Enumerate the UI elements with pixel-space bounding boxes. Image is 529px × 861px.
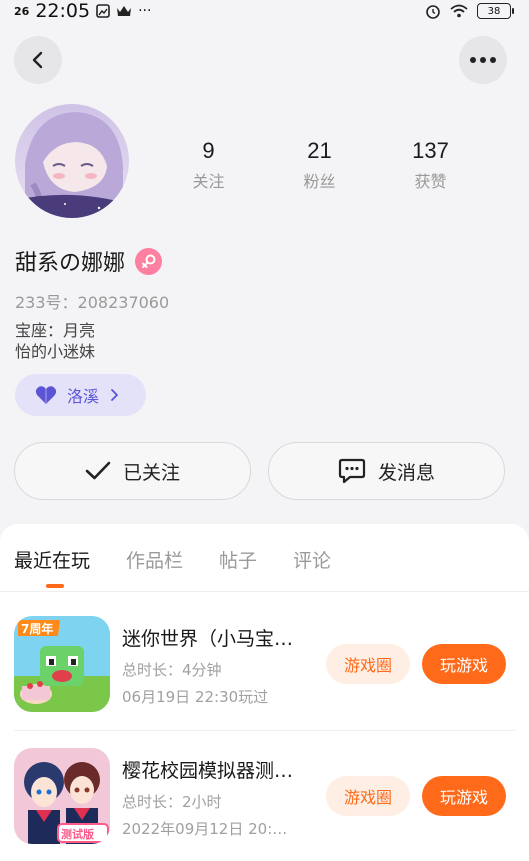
more-button[interactable] xyxy=(459,36,507,84)
stat-likes[interactable]: 137 获赞 xyxy=(375,138,486,192)
game-icon[interactable]: 测试版 xyxy=(14,748,110,844)
game-icon[interactable]: 7周年 xyxy=(14,616,110,712)
wifi-icon xyxy=(450,4,468,18)
back-button[interactable] xyxy=(14,36,62,84)
content-panel: 最近在玩 作品栏 帖子 评论 7周年 迷你世界（小马宝… 总时长：4分钟 06月… xyxy=(0,524,529,861)
game-duration: 总时长：2小时 xyxy=(122,793,222,811)
game-circle-button[interactable]: 游戏圈 xyxy=(326,644,410,684)
image-icon xyxy=(96,4,110,18)
game-last-played: 06月19日 22:30玩过 xyxy=(122,688,269,706)
avatar[interactable] xyxy=(15,104,129,218)
divider xyxy=(0,591,529,592)
chevron-left-icon xyxy=(32,51,43,69)
game-info: 樱花校园模拟器测… 总时长：2小时 2022年09月12日 20:… xyxy=(122,756,322,839)
tab-posts[interactable]: 帖子 xyxy=(219,546,257,573)
stat-value: 9 xyxy=(202,138,215,163)
stat-value: 21 xyxy=(307,138,332,163)
stat-label: 关注 xyxy=(192,172,225,191)
tab-comments[interactable]: 评论 xyxy=(293,546,331,573)
checkmark-icon xyxy=(85,461,111,480)
chevron-right-icon xyxy=(111,389,118,401)
game-last-played: 2022年09月12日 20:… xyxy=(122,820,288,838)
profile-stats: 9 关注 21 粉丝 137 获赞 xyxy=(153,138,486,192)
send-message-button[interactable]: 发消息 xyxy=(268,442,505,500)
stat-label: 粉丝 xyxy=(303,172,336,191)
status-time: 22:05 xyxy=(35,0,91,22)
bio-line: 怡的小迷妹 xyxy=(15,342,96,361)
game-badge: 测试版 xyxy=(61,827,94,841)
more-horizontal-icon xyxy=(470,57,496,63)
status-more: ··· xyxy=(138,3,152,19)
play-game-button[interactable]: 玩游戏 xyxy=(422,644,506,684)
username-row: 甜系の娜娜 xyxy=(15,245,163,277)
battery-icon: 38 xyxy=(477,3,514,19)
crown-icon xyxy=(117,6,132,16)
followed-button[interactable]: 已关注 xyxy=(14,442,251,500)
message-icon xyxy=(338,458,366,484)
username: 甜系の娜娜 xyxy=(15,251,126,276)
heart-icon xyxy=(35,386,57,404)
stat-label: 获赞 xyxy=(414,172,447,191)
send-message-label: 发消息 xyxy=(377,461,435,484)
relation-tag[interactable]: 洛溪 xyxy=(15,374,146,416)
stat-value: 137 xyxy=(412,138,449,163)
game-circle-button[interactable]: 游戏圈 xyxy=(326,776,410,816)
status-bar: 26 22:05 ··· 38 xyxy=(0,0,529,22)
game-badge: 7周年 xyxy=(21,621,53,636)
alarm-icon xyxy=(426,5,440,19)
tab-works[interactable]: 作品栏 xyxy=(126,546,183,573)
signal-icon: 26 xyxy=(14,4,30,18)
game-title: 迷你世界（小马宝… xyxy=(122,628,294,650)
game-info: 迷你世界（小马宝… 总时长：4分钟 06月19日 22:30玩过 xyxy=(122,624,322,707)
profile-tabs: 最近在玩 作品栏 帖子 评论 xyxy=(14,546,331,588)
tab-recently-played[interactable]: 最近在玩 xyxy=(14,546,90,588)
relation-tag-label: 洛溪 xyxy=(67,387,100,406)
bio-line: 宝座：月亮 xyxy=(15,321,96,340)
stat-followers[interactable]: 21 粉丝 xyxy=(264,138,375,192)
game-duration: 总时长：4分钟 xyxy=(122,661,222,679)
user-id: 233号：208237060 xyxy=(15,293,170,312)
game-title: 樱花校园模拟器测… xyxy=(122,760,294,782)
list-item[interactable]: 测试版 樱花校园模拟器测… 总时长：2小时 2022年09月12日 20:… 游… xyxy=(14,748,515,848)
list-item[interactable]: 7周年 迷你世界（小马宝… 总时长：4分钟 06月19日 22:30玩过 游戏圈… xyxy=(14,616,515,716)
bio: 宝座：月亮 怡的小迷妹 xyxy=(15,320,95,362)
female-icon xyxy=(135,247,163,275)
divider xyxy=(14,730,515,731)
stat-following[interactable]: 9 关注 xyxy=(153,138,264,192)
play-game-button[interactable]: 玩游戏 xyxy=(422,776,506,816)
followed-button-label: 已关注 xyxy=(122,461,180,484)
